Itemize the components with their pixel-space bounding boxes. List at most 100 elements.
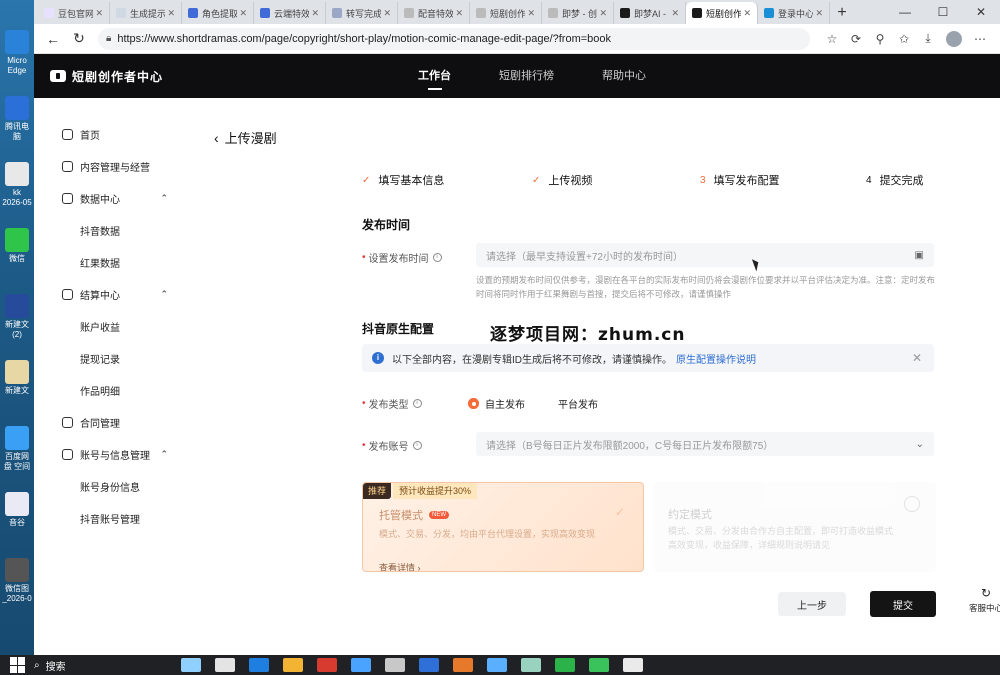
taskbar-app-icon[interactable] — [385, 658, 405, 672]
close-window-button[interactable]: ✕ — [962, 0, 1000, 24]
browser-tab[interactable]: 配音特效 ✕ — [398, 2, 470, 24]
taskbar-app-icon[interactable] — [317, 658, 337, 672]
browser-tab[interactable]: 豆包官网 ✕ — [38, 2, 110, 24]
sidebar-group[interactable]: 结算中心 ⌃ — [34, 278, 186, 310]
start-icon[interactable] — [10, 657, 26, 673]
tab-label: 生成提示 — [130, 8, 166, 19]
customer-service-button[interactable]: ↻ 客服中心 — [966, 586, 1000, 614]
maximize-button[interactable]: ☐ — [924, 0, 962, 24]
taskbar-app-icon[interactable] — [555, 658, 575, 672]
agreed-mode-card[interactable]: 约定模式 模式、交易、分发由合作方自主配置，即可打造收益模式高效变现，收益保障，… — [654, 482, 936, 572]
browser-tab[interactable]: 短剧创作 ✕ — [686, 2, 758, 24]
tab-close-icon[interactable]: ✕ — [815, 8, 823, 19]
browser-tab[interactable]: 云端特效 ✕ — [254, 2, 326, 24]
taskbar-app-icon[interactable] — [623, 658, 643, 672]
tab-close-icon[interactable]: ✕ — [527, 8, 535, 19]
step-label: 填写基本信息 — [378, 175, 445, 187]
back-button[interactable]: ‹ 上传漫剧 — [214, 128, 277, 147]
desktop-icon[interactable]: 新建文 — [2, 360, 32, 396]
new-tab-button[interactable]: + — [830, 2, 854, 24]
top-nav-item[interactable]: 短剧排行榜 — [499, 54, 554, 98]
sidebar-subitem[interactable]: 作品明细 — [34, 374, 186, 406]
taskbar-app-icon[interactable] — [283, 658, 303, 672]
managed-mode-card[interactable]: 推荐 预计收益提升30% 托管模式 NEW 模式、交易、分发，均由平台代理设置，… — [362, 482, 644, 572]
top-nav-item[interactable]: 帮助中心 — [602, 54, 646, 98]
sidebar-item[interactable]: 合同管理 — [34, 406, 186, 438]
sidebar-subitem[interactable]: 提现记录 — [34, 342, 186, 374]
tab-close-icon[interactable]: ✕ — [599, 8, 607, 19]
sidebar-subitem[interactable]: 红果数据 — [34, 246, 186, 278]
close-icon[interactable]: ✕ — [912, 351, 922, 365]
tab-close-icon[interactable]: ✕ — [311, 8, 319, 19]
tab-close-icon[interactable]: ✕ — [743, 8, 751, 19]
account-select[interactable]: 请选择（B号每日正片发布限额2000，C号每日正片发布限额75） ⌄ — [476, 432, 934, 456]
taskbar-app-icon[interactable] — [215, 658, 235, 672]
taskbar-search[interactable]: ⌕ 搜索 — [34, 658, 174, 673]
sidebar-subitem[interactable]: 账号身份信息 — [34, 470, 186, 502]
managed-more-link[interactable]: 查看详情 › — [379, 561, 421, 571]
minimize-button[interactable]: — — [886, 0, 924, 24]
extension-icon[interactable]: ⟳ — [844, 28, 868, 50]
browser-tab[interactable]: 即梦 - 创 ✕ — [542, 2, 614, 24]
taskbar-app-icon[interactable] — [181, 658, 201, 672]
taskbar-app-icon[interactable] — [589, 658, 609, 672]
browser-tab[interactable]: 生成提示 ✕ — [110, 2, 182, 24]
menu-icon — [62, 448, 73, 460]
tab-close-icon[interactable]: ✕ — [95, 8, 103, 19]
sidebar-item-label: 账号与信息管理 — [80, 450, 150, 462]
publish-time-picker[interactable]: 请选择（最早支持设置+72小时的发布时间） ▣ — [476, 243, 934, 267]
taskbar-app-icon[interactable] — [521, 658, 541, 672]
tab-close-icon[interactable]: ✕ — [167, 8, 175, 19]
radio-platform-publish[interactable]: 平台发布 — [558, 396, 598, 411]
desktop-icon[interactable]: 新建文 (2) — [2, 294, 32, 340]
desktop-icon-label: 音谷 — [9, 518, 25, 527]
desktop-icon[interactable]: 微信图 _2026-0 — [2, 558, 32, 604]
top-nav-item[interactable]: 工作台 — [418, 54, 451, 98]
desktop-icon[interactable]: Micro Edge — [2, 30, 32, 76]
tab-close-icon[interactable]: ✕ — [383, 8, 391, 19]
radio-self-publish[interactable]: 自主发布 — [468, 396, 525, 411]
back-nav-icon[interactable]: ← — [42, 28, 64, 50]
desktop-icon[interactable]: 微信 — [2, 228, 32, 264]
sidebar-subitem[interactable]: 账户收益 — [34, 310, 186, 342]
download-icon[interactable]: ⤓ — [916, 28, 940, 50]
desktop-icon-label: kk 2026-05 — [2, 188, 32, 207]
tab-close-icon[interactable]: ✕ — [239, 8, 247, 19]
tab-close-icon[interactable]: ✕ — [671, 8, 679, 19]
sidebar-item[interactable]: 首页 — [34, 118, 186, 150]
browser-tab[interactable]: 登录中心 ✕ — [758, 2, 830, 24]
prev-step-button[interactable]: 上一步 — [778, 592, 846, 616]
desktop-icon[interactable]: 音谷 — [2, 492, 32, 528]
info-icon: i — [412, 399, 422, 408]
desktop-icon[interactable]: 百度网盘 空间 — [2, 426, 32, 472]
browser-tab[interactable]: 短剧创作 ✕ — [470, 2, 542, 24]
config-help-link[interactable]: 原生配置操作说明 — [676, 351, 756, 366]
site-logo[interactable]: 短剧创作者中心 — [50, 68, 163, 85]
taskbar-app-icon[interactable] — [419, 658, 439, 672]
url-field[interactable]: 🔒︎ https://www.shortdramas.com/page/copy… — [98, 27, 810, 50]
profile-sync-icon[interactable]: ⚲ — [868, 28, 892, 50]
taskbar-app-icon[interactable] — [249, 658, 269, 672]
taskbar-app-icon[interactable] — [453, 658, 473, 672]
browser-tab[interactable]: 转写完成 ✕ — [326, 2, 398, 24]
browser-tab[interactable]: 角色提取 ✕ — [182, 2, 254, 24]
tab-close-icon[interactable]: ✕ — [455, 8, 463, 19]
sidebar-group[interactable]: 账号与信息管理 ⌃ — [34, 438, 186, 470]
sidebar-item[interactable]: 内容管理与经营 — [34, 150, 186, 182]
taskbar-app-icon[interactable] — [351, 658, 371, 672]
favorite-star-icon[interactable]: ☆ — [820, 28, 844, 50]
more-menu-icon[interactable]: ⋯ — [968, 28, 992, 50]
step-label: 上传视频 — [548, 175, 593, 187]
refresh-icon[interactable]: ↻ — [68, 28, 90, 50]
browser-tab[interactable]: 即梦AI - ✕ — [614, 2, 686, 24]
submit-button[interactable]: 提交 — [870, 591, 936, 617]
chevron-left-icon: ‹ — [214, 129, 219, 146]
desktop-icon[interactable]: kk 2026-05 — [2, 162, 32, 208]
sidebar-subitem[interactable]: 抖音账号管理 — [34, 502, 186, 534]
desktop-icon[interactable]: 腾讯电脑 — [2, 96, 32, 142]
favorites-icon[interactable]: ✩ — [892, 28, 916, 50]
avatar[interactable] — [946, 30, 962, 47]
sidebar-subitem[interactable]: 抖音数据 — [34, 214, 186, 246]
sidebar-group[interactable]: 数据中心 ⌃ — [34, 182, 186, 214]
taskbar-app-icon[interactable] — [487, 658, 507, 672]
